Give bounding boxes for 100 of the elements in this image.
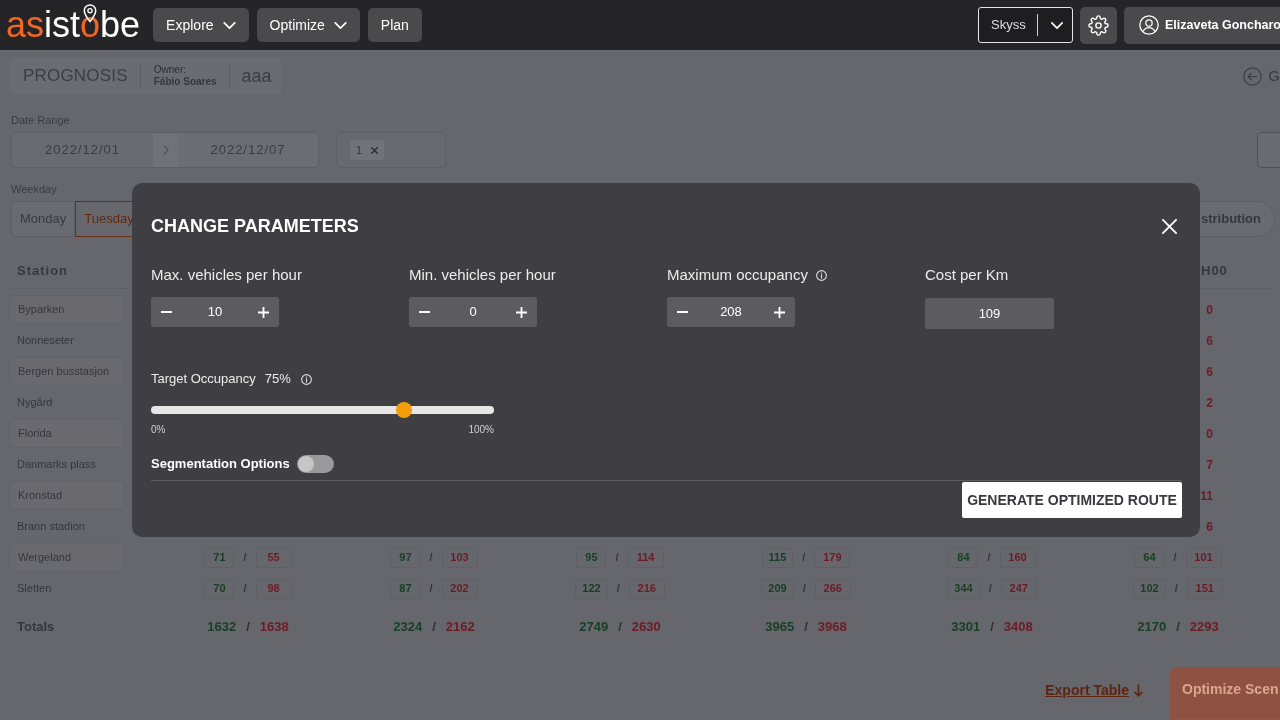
value-separator: / bbox=[802, 581, 806, 597]
number-field[interactable]: 109 bbox=[925, 298, 1054, 329]
remove-icon[interactable] bbox=[371, 146, 379, 154]
value-cell: 71 bbox=[204, 547, 235, 568]
value-cell: 266 bbox=[814, 578, 851, 599]
slider-reading: 75% bbox=[264, 370, 291, 389]
value-cell-text: 11 bbox=[1200, 487, 1213, 505]
total-value: 3408 bbox=[1003, 618, 1033, 637]
value-separator: / bbox=[1174, 581, 1178, 597]
value-cell: 64 bbox=[1134, 547, 1165, 568]
value-separator: / bbox=[1173, 550, 1177, 566]
field-label: Max. vehicles per hour bbox=[151, 266, 302, 284]
plus-icon[interactable] bbox=[774, 306, 785, 318]
gear-icon bbox=[1088, 14, 1109, 36]
plus-icon[interactable] bbox=[516, 306, 527, 318]
settings-button[interactable] bbox=[1080, 6, 1117, 44]
value-cell-text: 2 bbox=[1206, 394, 1213, 412]
close-icon[interactable] bbox=[1162, 218, 1177, 234]
value-separator: / bbox=[429, 581, 433, 597]
value-cell: 102 bbox=[1133, 578, 1166, 599]
value-separator: / bbox=[616, 581, 620, 597]
value-cell-text: 6 bbox=[1206, 332, 1213, 350]
total-value: 1632 bbox=[207, 618, 237, 637]
info-icon[interactable] bbox=[300, 373, 312, 385]
value-cell-text: 6 bbox=[1206, 363, 1213, 381]
value-cell: 344 bbox=[947, 578, 980, 599]
value-cell: 151 bbox=[1186, 578, 1223, 599]
value-cell-text: 0 bbox=[1206, 301, 1213, 319]
total-value: 2630 bbox=[631, 618, 661, 637]
value-cell: 160 bbox=[999, 547, 1036, 568]
value-cell: 103 bbox=[441, 547, 478, 568]
chevron-down-icon bbox=[1050, 21, 1063, 29]
value-cell: 55 bbox=[255, 547, 292, 568]
value-cell: 209 bbox=[761, 578, 794, 599]
value-separator: / bbox=[246, 618, 250, 637]
field-label: Cost per Km bbox=[925, 266, 1009, 284]
value-cell-text: 6 bbox=[1206, 518, 1213, 536]
total-value: 2293 bbox=[1189, 618, 1219, 637]
slider-thumb[interactable] bbox=[396, 402, 413, 418]
value-separator: / bbox=[615, 550, 619, 566]
total-value: 2170 bbox=[1137, 618, 1167, 637]
generate-route-button[interactable]: GENERATE OPTIMIZED ROUTE bbox=[962, 482, 1182, 518]
value-separator: / bbox=[243, 550, 247, 566]
total-value: 2162 bbox=[445, 618, 475, 637]
value-separator: / bbox=[429, 550, 433, 566]
value-cell-text: 0 bbox=[1206, 425, 1213, 443]
scale-max-label: 100% bbox=[468, 423, 494, 436]
value-cell: 114 bbox=[627, 547, 664, 568]
owner-label: Owner: bbox=[153, 64, 186, 76]
value-cell: 122 bbox=[575, 578, 608, 599]
value-cell: 115 bbox=[761, 547, 794, 568]
value-cell: 179 bbox=[814, 547, 851, 568]
total-value: 3965 bbox=[765, 618, 795, 637]
number-stepper[interactable]: 10 bbox=[151, 297, 279, 327]
value-cell: 101 bbox=[1185, 547, 1222, 568]
segmentation-toggle[interactable] bbox=[296, 455, 334, 473]
toggle-label: Segmentation Options bbox=[151, 455, 290, 474]
value-separator: / bbox=[618, 618, 622, 637]
value-cell: 87 bbox=[390, 578, 421, 599]
value-cell: 216 bbox=[628, 578, 665, 599]
plus-icon[interactable] bbox=[258, 306, 269, 318]
slider-label: Target Occupancy bbox=[151, 370, 256, 389]
value-cell: 97 bbox=[390, 547, 421, 568]
value-separator: / bbox=[804, 618, 808, 637]
tag-label: 1 bbox=[356, 142, 363, 158]
occupancy-slider[interactable] bbox=[151, 402, 494, 418]
total-value: 1638 bbox=[259, 618, 289, 637]
value-separator: / bbox=[243, 581, 247, 597]
number-stepper[interactable]: 0 bbox=[409, 297, 537, 327]
menu-button[interactable]: Explore bbox=[153, 8, 249, 42]
value-cell: 202 bbox=[441, 578, 478, 599]
field-label: Min. vehicles per hour bbox=[409, 266, 556, 284]
value-cell: 95 bbox=[576, 547, 607, 568]
stepper-value: 10 bbox=[207, 303, 223, 322]
value-cell: 98 bbox=[255, 578, 292, 599]
value-cell: 70 bbox=[204, 578, 235, 599]
user-menu-button[interactable]: Elizaveta Goncharo bbox=[1124, 6, 1280, 44]
number-stepper[interactable]: 208 bbox=[667, 297, 795, 327]
field-label: Maximum occupancy bbox=[667, 266, 808, 284]
value-separator: / bbox=[990, 618, 994, 637]
stepper-value: 208 bbox=[720, 303, 742, 322]
scale-min-label: 0% bbox=[151, 423, 166, 436]
total-value: 2749 bbox=[579, 618, 609, 637]
dialog-title: CHANGE PARAMETERS bbox=[151, 215, 359, 238]
value-separator: / bbox=[1176, 618, 1180, 637]
value-separator: / bbox=[988, 581, 992, 597]
select-field[interactable] bbox=[1257, 132, 1280, 168]
logo[interactable]: asistobe bbox=[6, 7, 141, 43]
value-cell-text: 7 bbox=[1206, 456, 1213, 474]
value-separator: / bbox=[987, 550, 991, 566]
menu-button[interactable]: Optimize bbox=[256, 8, 360, 42]
value-cell: 84 bbox=[948, 547, 979, 568]
arrow-down-icon bbox=[1134, 684, 1143, 697]
operator-select[interactable]: Skyss bbox=[978, 7, 1073, 43]
user-avatar-icon bbox=[1139, 15, 1159, 35]
nav-button[interactable]: Plan bbox=[367, 8, 422, 42]
value-cell: 247 bbox=[1000, 578, 1037, 599]
total-value: 3301 bbox=[951, 618, 981, 637]
stepper-value: 0 bbox=[469, 303, 477, 322]
info-icon[interactable] bbox=[815, 269, 827, 281]
